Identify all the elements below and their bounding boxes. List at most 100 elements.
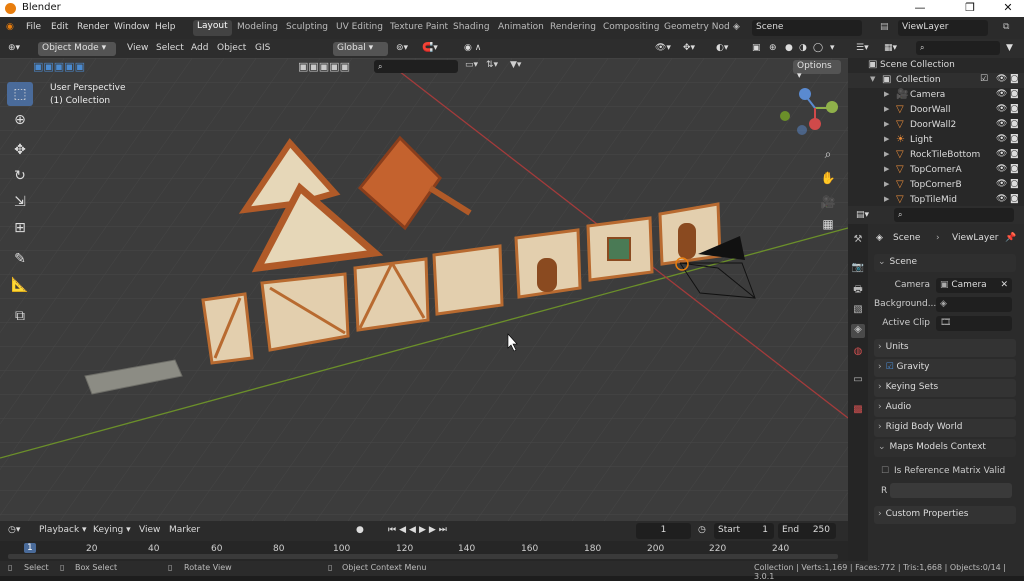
zoom-icon[interactable]: ⌕ xyxy=(818,144,838,164)
viewport-3d[interactable]: ▣▣▣▣▣ ▣▣▣▣▣ ⌕ ▭▾ ⇅▾ ▼▾ Options ▾ ⌕ ✋ 🎥 ▦ xyxy=(0,58,848,521)
keying-sets-section[interactable]: › Keying Sets xyxy=(874,379,1016,397)
transform-orientation-dropdown[interactable]: Global ▾ xyxy=(333,42,388,56)
overlay-icon[interactable]: ◐▾ xyxy=(716,43,728,53)
shading-solid-icon[interactable]: ● xyxy=(785,43,793,53)
eye-icon[interactable]: 👁 xyxy=(996,134,1007,144)
properties-search-input[interactable]: ⌕ xyxy=(894,208,1014,222)
active-clip-field[interactable]: 🎞 xyxy=(936,316,1012,331)
maximize-button[interactable]: ❐ xyxy=(955,1,985,14)
close-button[interactable]: ✕ xyxy=(993,1,1023,14)
wall-segment-2[interactable] xyxy=(260,272,350,352)
expand-icon[interactable]: ▶ xyxy=(884,150,889,158)
shading-rendered-icon[interactable]: ◯ xyxy=(813,43,823,53)
frame-ruler[interactable]: 1 20 40 60 80 100 120 140 160 180 200 22… xyxy=(0,541,848,561)
clear-icon[interactable]: ✕ xyxy=(1000,280,1008,290)
tab-uv-editing[interactable]: UV Editing xyxy=(336,22,383,32)
breadcrumb-scene[interactable]: Scene xyxy=(893,233,920,243)
maps-models-section[interactable]: ⌄ Maps Models Context xyxy=(874,439,1016,457)
rigid-body-world-section[interactable]: › Rigid Body World xyxy=(874,419,1016,437)
camera-view-icon[interactable]: 🎥 xyxy=(818,192,838,212)
menu-select[interactable]: Select xyxy=(156,43,184,53)
mode-dropdown[interactable]: Object Mode ▾ xyxy=(38,42,116,56)
proportional-edit-icon[interactable]: ◉ ∧ xyxy=(464,43,481,53)
tab-shading[interactable]: Shading xyxy=(453,22,490,32)
eye-icon[interactable]: 👁 xyxy=(996,149,1007,159)
gravity-section[interactable]: › ☑ Gravity xyxy=(874,359,1016,377)
move-tool-icon[interactable]: ✥ xyxy=(7,138,33,162)
wall-segment-4[interactable] xyxy=(432,244,504,316)
background-prop-field[interactable]: ◈ xyxy=(936,297,1012,312)
shading-material-icon[interactable]: ◑ xyxy=(799,43,807,53)
reference-checkbox-icon[interactable]: ☐ xyxy=(881,466,889,476)
scene-section-header[interactable]: ⌄ Scene xyxy=(874,254,1016,272)
editor-type-icon[interactable]: ⊕▾ xyxy=(8,43,20,53)
expand-icon[interactable]: ▶ xyxy=(884,135,889,143)
wall-segment-3[interactable] xyxy=(353,257,430,332)
select-mode-icon[interactable]: ▣▣▣▣▣ xyxy=(33,60,85,73)
sort-icon[interactable]: ⇅▾ xyxy=(486,60,498,70)
select-box-tool-icon[interactable]: ⬚ xyxy=(7,82,33,106)
shading-wireframe-icon[interactable]: ⊕ xyxy=(769,43,777,53)
outliner-item-camera[interactable]: ▶ 🎥 Camera 👁 ◙ xyxy=(848,88,1024,103)
menu-playback[interactable]: Playback ▾ xyxy=(39,525,87,535)
properties-editor-icon[interactable]: ▤▾ xyxy=(856,210,869,220)
camera-render-icon[interactable]: ◙ xyxy=(1010,149,1019,159)
eye-icon[interactable]: 👁 xyxy=(996,104,1007,114)
menu-add[interactable]: Add xyxy=(191,43,208,53)
tab-geometry-nodes[interactable]: Geometry Nod xyxy=(664,22,730,32)
viewport-search-input[interactable]: ⌕ xyxy=(374,60,458,73)
snap-icon[interactable]: 🧲▾ xyxy=(422,43,438,53)
outliner-item-light[interactable]: ▶ ☀ Light 👁 ◙ xyxy=(848,133,1024,148)
filter-funnel-icon[interactable]: ▼▾ xyxy=(510,60,521,70)
rotate-tool-icon[interactable]: ↻ xyxy=(7,164,33,188)
gizmo-icon[interactable]: ✥▾ xyxy=(683,43,695,53)
eye-icon[interactable]: 👁 xyxy=(996,194,1007,204)
minimize-button[interactable]: — xyxy=(905,1,935,14)
menu-keying[interactable]: Keying ▾ xyxy=(93,525,131,535)
start-frame-field[interactable]: Start 1 xyxy=(714,523,774,539)
scene-tab-icon[interactable]: ◈ xyxy=(851,324,865,338)
outliner-item-topcornera[interactable]: ▶ ▽ TopCornerA 👁 ◙ xyxy=(848,163,1024,178)
timeline-scrollbar[interactable] xyxy=(8,554,838,559)
transform-tool-icon[interactable]: ⊞ xyxy=(7,216,33,240)
tab-sculpting[interactable]: Sculpting xyxy=(286,22,328,32)
pan-hand-icon[interactable]: ✋ xyxy=(818,168,838,188)
end-frame-field[interactable]: End 250 xyxy=(778,523,836,539)
visibility-icon[interactable]: 👁▾ xyxy=(655,43,671,53)
tab-layout[interactable]: Layout xyxy=(193,20,232,36)
expand-icon[interactable]: ▶ xyxy=(884,90,889,98)
expand-icon[interactable]: ▼ xyxy=(870,75,875,83)
custom-properties-section[interactable]: › Custom Properties xyxy=(874,506,1016,524)
camera-render-icon[interactable]: ◙ xyxy=(1010,74,1019,84)
scale-tool-icon[interactable]: ⇲ xyxy=(7,190,33,214)
viewlayer-selector[interactable]: ViewLayer xyxy=(898,20,988,36)
ortho-grid-icon[interactable]: ▦ xyxy=(818,214,838,234)
eye-icon[interactable]: 👁 xyxy=(996,74,1007,84)
r-matrix-field[interactable] xyxy=(890,483,1012,498)
checkbox-icon[interactable]: ☑ xyxy=(980,74,988,84)
outliner-search-input[interactable]: ⌕ xyxy=(916,41,1000,55)
camera-prop-field[interactable]: ▣ Camera ✕ xyxy=(936,278,1012,293)
pin-icon[interactable]: 📌 xyxy=(1005,233,1016,243)
menu-view-timeline[interactable]: View xyxy=(139,525,160,535)
expand-icon[interactable]: ▶ xyxy=(884,120,889,128)
measure-tool-icon[interactable]: 📐 xyxy=(7,273,33,297)
options-dropdown[interactable]: Options ▾ xyxy=(793,60,841,81)
camera-render-icon[interactable]: ◙ xyxy=(1010,89,1019,99)
menu-view[interactable]: View xyxy=(127,43,148,53)
breadcrumb-viewlayer[interactable]: ViewLayer xyxy=(952,233,998,243)
view-layer-tab-icon[interactable]: ▧ xyxy=(851,304,865,318)
menu-object[interactable]: Object xyxy=(217,43,246,53)
menu-window[interactable]: Window xyxy=(114,22,150,32)
collection-tab-icon[interactable]: ▭ xyxy=(851,374,865,388)
expand-icon[interactable]: ▶ xyxy=(884,165,889,173)
tab-modeling[interactable]: Modeling xyxy=(237,22,278,32)
camera-render-icon[interactable]: ◙ xyxy=(1010,134,1019,144)
scene-selector[interactable]: Scene xyxy=(752,20,862,36)
tab-compositing[interactable]: Compositing xyxy=(603,22,659,32)
audio-section[interactable]: › Audio xyxy=(874,399,1016,417)
outliner-item-doorwall[interactable]: ▶ ▽ DoorWall 👁 ◙ xyxy=(848,103,1024,118)
collection-row[interactable]: ▼ ▣ Collection ☑ 👁 ◙ xyxy=(848,73,1024,88)
expand-icon[interactable]: ▶ xyxy=(884,105,889,113)
outliner-editor-icon[interactable]: ☰▾ xyxy=(856,43,869,53)
